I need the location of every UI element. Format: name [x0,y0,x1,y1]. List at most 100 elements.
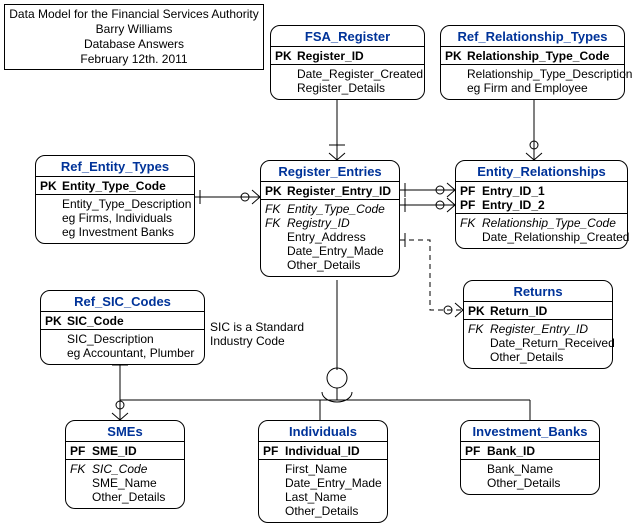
attribute-row: Bank_Name [465,462,595,476]
attribute-name: Date_Relationship_Created [482,230,629,244]
key-label: PK [265,184,287,198]
separator [36,194,194,195]
entity-body: PKSIC_Code SIC_Descriptioneg Accountant, … [41,312,204,364]
attribute-name: Entry_ID_2 [482,198,545,212]
attribute-row: PKRelationship_Type_Code [445,49,620,63]
attribute-name: Relationship_Type_Code [482,216,616,230]
attribute-row: SIC_Description [45,332,200,346]
attribute-row: PKReturn_ID [468,304,608,318]
separator [66,459,184,460]
attribute-name: Register_Details [297,81,385,95]
entity-body: PKEntity_Type_Code Entity_Type_Descriptio… [36,177,194,243]
attribute-name: Bank_ID [487,444,535,458]
attribute-name: SME_ID [92,444,137,458]
key-label: FK [460,216,482,230]
separator [41,329,204,330]
attribute-row: Other_Details [468,350,608,364]
title-line-1: Data Model for the Financial Services Au… [9,7,259,22]
attribute-name: Entry_ID_1 [482,184,545,198]
attribute-name: Entity_Type_Code [62,179,166,193]
attribute-row: First_Name [263,462,383,476]
entity-body: PKRegister_ID Date_Register_CreatedRegist… [271,47,424,99]
attribute-row: Date_Entry_Made [263,476,383,490]
entity-body: PKReturn_IDFKRegister_Entry_IDDate_Retur… [464,302,612,368]
attribute-name: Relationship_Type_Description [467,67,632,81]
entity-ref-relationship-types: Ref_Relationship_Types PKRelationship_Ty… [440,25,625,100]
attribute-name: eg Accountant, Plumber [67,346,194,360]
entity-body: PFEntry_ID_1PFEntry_ID_2FKRelationship_T… [456,182,627,248]
attribute-row: PFIndividual_ID [263,444,383,458]
attribute-name: SIC_Code [92,462,147,476]
key-label: PK [45,314,67,328]
separator [464,319,612,320]
entity-body: PKRelationship_Type_CodeRelationship_Typ… [441,47,624,99]
key-label: PK [445,49,467,63]
attribute-name: SIC_Code [67,314,124,328]
attribute-row: Register_Details [275,81,420,95]
entity-body: PFBank_ID Bank_NameOther_Details [461,442,599,494]
key-label: PF [263,444,285,458]
entity-title: Register_Entries [261,161,399,182]
attribute-row: PFBank_ID [465,444,595,458]
attribute-row: Other_Details [70,490,180,504]
attribute-name: Entity_Type_Description [62,197,191,211]
attribute-row: SME_Name [70,476,180,490]
attribute-row: PKSIC_Code [45,314,200,328]
attribute-row: FKSIC_Code [70,462,180,476]
entity-investment-banks: Investment_Banks PFBank_IDBank_NameOther… [460,420,600,495]
attribute-name: Date_Entry_Made [287,244,384,258]
key-label: PF [465,444,487,458]
attribute-name: Date_Register_Created [297,67,423,81]
attribute-name: Date_Entry_Made [285,476,382,490]
attribute-row: Date_Return_Received [468,336,608,350]
attribute-name: Entry_Address [287,230,366,244]
attribute-row: Other_Details [265,258,395,272]
entity-fsa-register: FSA_Register PKRegister_IDDate_Register_… [270,25,425,100]
attribute-name: eg Firms, Individuals [62,211,172,225]
attribute-name: Other_Details [490,350,563,364]
entity-title: Individuals [259,421,387,442]
separator [271,64,424,65]
attribute-name: eg Investment Banks [62,225,174,239]
attribute-name: Register_Entry_ID [287,184,391,198]
attribute-row: Last_Name [263,490,383,504]
entity-smes: SMEs PFSME_ID FKSIC_CodeSME_NameOther_Det… [65,420,185,509]
attribute-name: SME_Name [92,476,157,490]
attribute-row: PFEntry_ID_1 [460,184,623,198]
attribute-name: Entity_Type_Code [287,202,385,216]
attribute-row: eg Investment Banks [40,225,190,239]
key-label: PK [40,179,62,193]
attribute-row: Entity_Type_Description [40,197,190,211]
attribute-row: PFSME_ID [70,444,180,458]
attribute-name: Register_ID [297,49,364,63]
attribute-row: Entry_Address [265,230,395,244]
key-label: PF [460,184,482,198]
attribute-name: Other_Details [487,476,560,490]
attribute-name: Other_Details [287,258,360,272]
key-label: FK [265,216,287,230]
key-label: PK [275,49,297,63]
separator [456,213,627,214]
separator [261,199,399,200]
diagram-title-box: Data Model for the Financial Services Au… [4,4,264,70]
attribute-row: Date_Relationship_Created [460,230,623,244]
entity-title: Ref_Entity_Types [36,156,194,177]
attribute-row: eg Accountant, Plumber [45,346,200,360]
attribute-row: FKRelationship_Type_Code [460,216,623,230]
entity-ref-entity-types: Ref_Entity_Types PKEntity_Type_Code Entit… [35,155,195,244]
attribute-row: Date_Register_Created [275,67,420,81]
attribute-name: Registry_ID [287,216,350,230]
entity-body: PFSME_ID FKSIC_CodeSME_NameOther_Details [66,442,184,508]
separator [461,459,599,460]
attribute-row: Other_Details [263,504,383,518]
attribute-name: Last_Name [285,490,346,504]
entity-register-entries: Register_Entries PKRegister_Entry_ID FKEn… [260,160,400,277]
entity-title: SMEs [66,421,184,442]
entity-title: Ref_Relationship_Types [441,26,624,47]
attribute-row: eg Firm and Employee [445,81,620,95]
entity-individuals: Individuals PFIndividual_ID First_NameDat… [258,420,388,523]
attribute-name: Individual_ID [285,444,360,458]
attribute-name: Register_Entry_ID [490,322,588,336]
attribute-name: Date_Return_Received [490,336,615,350]
attribute-name: Relationship_Type_Code [467,49,609,63]
